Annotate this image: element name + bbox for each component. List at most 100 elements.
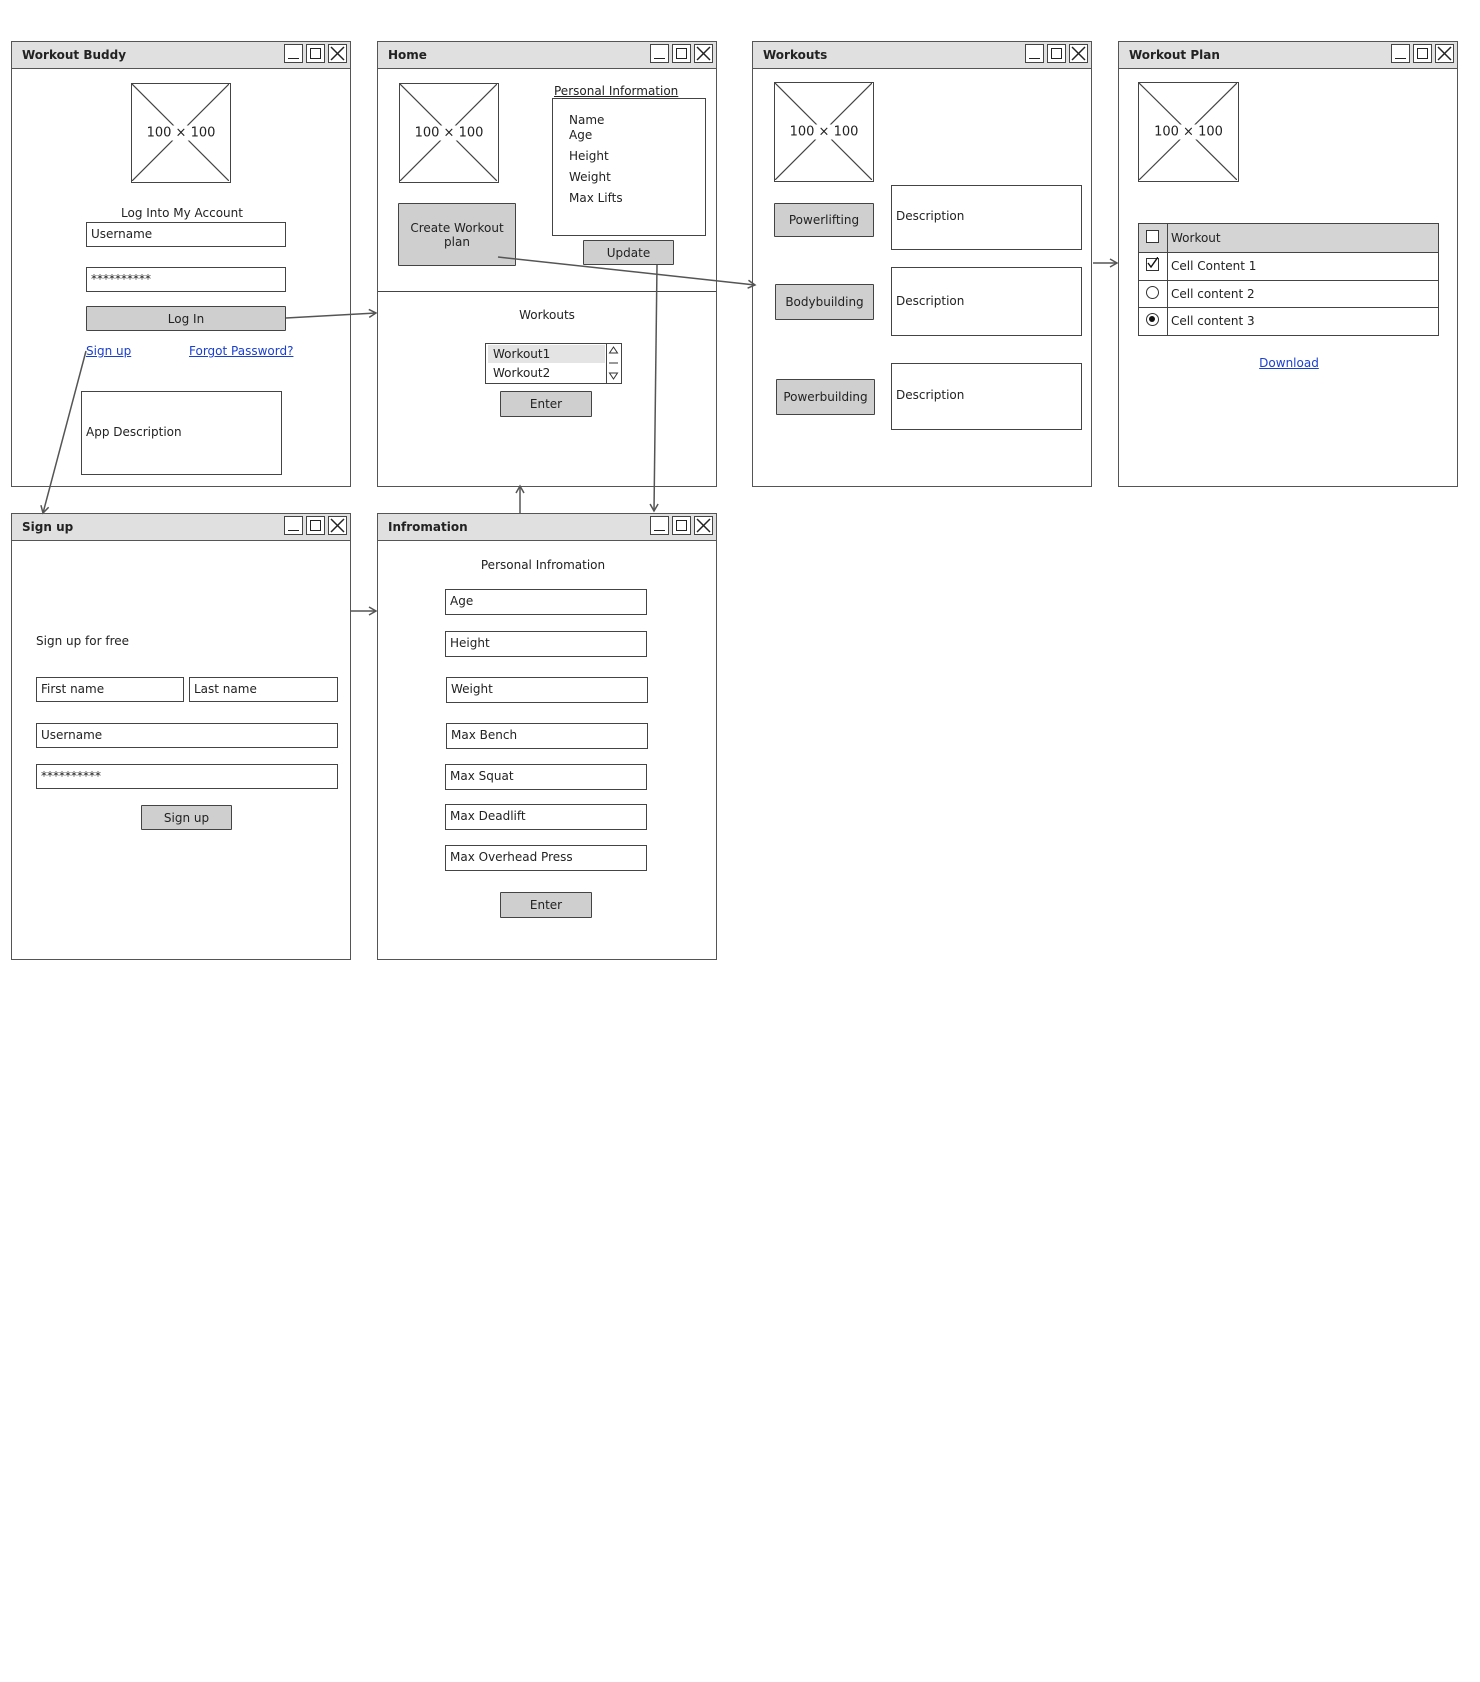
personal-field: Weight	[569, 170, 611, 184]
personal-info-label: Personal Information	[554, 84, 679, 98]
description-text: Description	[896, 294, 965, 308]
app-description-text: App Description	[86, 425, 182, 439]
max-squat-field[interactable]: Max Squat	[445, 764, 647, 790]
home-window: Home 100 × 100 Personal Information Name…	[377, 41, 717, 487]
personal-field: Name	[569, 113, 605, 127]
login-window: Workout Buddy 100 × 100 Log Into My Acco…	[11, 41, 351, 487]
password-field[interactable]: **********	[36, 764, 338, 789]
window-title: Workout Plan	[1129, 48, 1220, 62]
maximize-icon[interactable]	[1047, 44, 1066, 63]
close-icon[interactable]	[1435, 44, 1454, 63]
workout-table: Workout Cell Content 1 Cell content 2 Ce…	[1138, 223, 1439, 336]
window-title: Workouts	[763, 48, 828, 62]
username-field[interactable]: Username	[36, 723, 338, 748]
signup-heading: Sign up for free	[36, 634, 129, 648]
home-titlebar: Home	[378, 42, 716, 69]
personal-info-box: Name Age Height Weight Max Lifts	[552, 98, 706, 236]
workout-plan-window: Workout Plan 100 × 100 Workout Cell Cont…	[1118, 41, 1458, 487]
download-link[interactable]: Download	[1239, 356, 1339, 370]
max-overhead-press-field[interactable]: Max Overhead Press	[445, 845, 647, 871]
workouts-titlebar: Workouts	[753, 42, 1091, 69]
cell-text: Cell Content 1	[1171, 259, 1257, 273]
image-size-label: 100 × 100	[788, 124, 860, 140]
list-item[interactable]: Workout2	[488, 364, 605, 382]
personal-field: Age	[569, 128, 593, 142]
login-titlebar: Workout Buddy	[12, 42, 350, 69]
personal-field: Height	[569, 149, 609, 163]
minimize-icon[interactable]	[1391, 44, 1410, 63]
close-icon[interactable]	[1069, 44, 1088, 63]
info-titlebar: Infromation	[378, 514, 716, 541]
image-size-label: 100 × 100	[145, 125, 217, 141]
workouts-label: Workouts	[519, 308, 575, 322]
window-title: Infromation	[388, 520, 468, 534]
age-field[interactable]: Age	[445, 589, 647, 615]
description-box: Description	[891, 185, 1082, 250]
table-row[interactable]: Cell content 3	[1139, 307, 1438, 335]
forgot-password-link[interactable]: Forgot Password?	[189, 344, 293, 358]
app-description-box: App Description	[81, 391, 282, 475]
create-workout-plan-button[interactable]: Create Workout plan	[398, 203, 516, 266]
username-field[interactable]: Username	[86, 222, 286, 247]
info-heading: Personal Infromation	[480, 558, 606, 572]
image-placeholder: 100 × 100	[1138, 82, 1239, 182]
scroll-arrows-icon	[608, 346, 619, 380]
powerbuilding-button[interactable]: Powerbuilding	[776, 379, 875, 415]
signup-link[interactable]: Sign up	[86, 344, 131, 358]
table-row[interactable]: Cell content 2	[1139, 280, 1438, 308]
minimize-icon[interactable]	[1025, 44, 1044, 63]
image-size-label: 100 × 100	[1153, 124, 1224, 140]
enter-button[interactable]: Enter	[500, 391, 592, 417]
login-button[interactable]: Log In	[86, 306, 286, 331]
cell-text: Cell content 3	[1171, 314, 1255, 328]
window-title: Workout Buddy	[22, 48, 127, 62]
close-icon[interactable]	[694, 516, 713, 535]
maximize-icon[interactable]	[306, 516, 325, 535]
maximize-icon[interactable]	[672, 516, 691, 535]
minimize-icon[interactable]	[650, 516, 669, 535]
weight-field[interactable]: Weight	[446, 677, 648, 703]
max-bench-field[interactable]: Max Bench	[446, 723, 648, 749]
description-text: Description	[896, 388, 965, 402]
image-size-label: 100 × 100	[413, 125, 485, 141]
selected-radio-button[interactable]	[1146, 313, 1159, 326]
minimize-icon[interactable]	[284, 516, 303, 535]
table-header: Workout	[1139, 224, 1438, 253]
radio-button[interactable]	[1146, 286, 1159, 299]
table-row[interactable]: Cell Content 1	[1139, 252, 1438, 281]
close-icon[interactable]	[328, 44, 347, 63]
select-all-checkbox[interactable]	[1146, 230, 1159, 243]
first-name-field[interactable]: First name	[36, 677, 184, 702]
window-title: Sign up	[22, 520, 74, 534]
password-field[interactable]: **********	[86, 267, 286, 292]
signup-button[interactable]: Sign up	[141, 805, 232, 830]
update-button[interactable]: Update	[583, 240, 674, 265]
maximize-icon[interactable]	[672, 44, 691, 63]
max-deadlift-field[interactable]: Max Deadlift	[445, 804, 647, 830]
maximize-icon[interactable]	[1413, 44, 1432, 63]
image-placeholder: 100 × 100	[131, 83, 231, 183]
image-placeholder: 100 × 100	[399, 83, 499, 183]
description-box: Description	[891, 363, 1082, 430]
close-icon[interactable]	[328, 516, 347, 535]
minimize-icon[interactable]	[650, 44, 669, 63]
scrollbar[interactable]	[606, 344, 621, 383]
workouts-window: Workouts 100 × 100 Powerlifting Descript…	[752, 41, 1092, 487]
powerlifting-button[interactable]: Powerlifting	[774, 203, 874, 237]
height-field[interactable]: Height	[445, 631, 647, 657]
close-icon[interactable]	[694, 44, 713, 63]
image-placeholder: 100 × 100	[774, 82, 874, 182]
enter-button[interactable]: Enter	[500, 892, 592, 918]
workout-list[interactable]: Workout1 Workout2	[485, 343, 622, 384]
minimize-icon[interactable]	[284, 44, 303, 63]
description-box: Description	[891, 267, 1082, 336]
information-window: Infromation Personal Infromation Age Hei…	[377, 513, 717, 960]
maximize-icon[interactable]	[306, 44, 325, 63]
last-name-field[interactable]: Last name	[189, 677, 338, 702]
signup-window: Sign up Sign up for free First name Last…	[11, 513, 351, 960]
home-divider	[378, 291, 716, 292]
login-heading: Log Into My Account	[121, 206, 243, 220]
bodybuilding-button[interactable]: Bodybuilding	[775, 284, 874, 320]
list-item[interactable]: Workout1	[488, 345, 605, 363]
checked-checkbox-icon[interactable]	[1146, 257, 1159, 271]
